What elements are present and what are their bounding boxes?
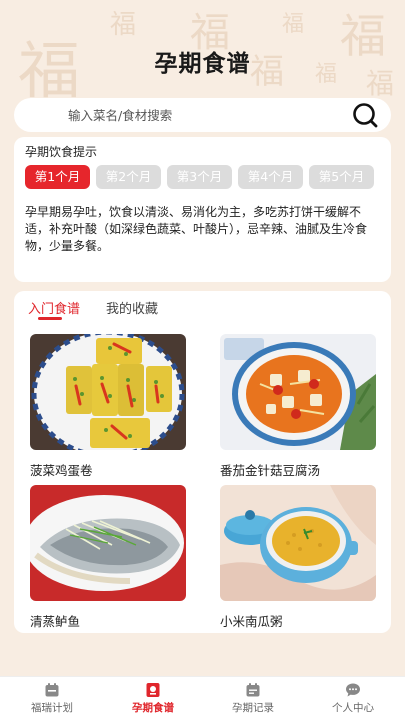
month-tab-5[interactable]: 第5个月 [309,165,374,189]
recipe-card[interactable]: 番茄金针菇豆腐汤 [220,334,376,479]
search-input[interactable] [68,107,338,123]
recipe-image [30,485,186,601]
search-bar[interactable] [14,98,391,132]
tab-intro-recipes[interactable]: 入门食谱 [28,298,80,317]
chat-bubble-icon [346,683,360,697]
recipe-card[interactable]: 清蒸鲈鱼 [30,485,186,630]
month-tab-2[interactable]: 第2个月 [96,165,161,189]
recipe-name: 小米南瓜粥 [220,614,283,629]
search-icon[interactable] [351,102,379,128]
month-tab-1[interactable]: 第1个月 [25,165,90,189]
recipe-name: 菠菜鸡蛋卷 [30,463,93,478]
month-tab-3[interactable]: 第3个月 [167,165,232,189]
recipe-image [220,334,376,450]
recipe-card[interactable]: 菠菜鸡蛋卷 [30,334,186,479]
nav-item-plan[interactable]: 福瑞计划 [12,682,92,715]
nav-label: 福瑞计划 [31,702,73,714]
recipes-card: 入门食谱 我的收藏 菠菜鸡蛋卷 番茄金针菇豆腐汤 清蒸鲈鱼 小米南瓜粥 [14,291,391,633]
record-icon [246,683,260,697]
month-selector: 第1个月 第2个月 第3个月 第4个月 第5个月 [25,165,381,189]
recipe-card[interactable]: 小米南瓜粥 [220,485,376,630]
recipe-name: 番茄金针菇豆腐汤 [220,463,321,478]
recipe-image [220,485,376,601]
diet-tips-card: 孕期饮食提示 第1个月 第2个月 第3个月 第4个月 第5个月 孕早期易孕吐，饮食以清淡… [14,137,391,282]
tab-my-favorites[interactable]: 我的收藏 [106,298,158,317]
recipe-image [30,334,186,450]
active-tab-indicator [38,317,62,320]
page-title: 孕期食谱 [154,51,251,77]
bottom-nav: 福瑞计划 孕期食谱 孕期记录 个人中心 [0,676,405,720]
calendar-icon [45,683,59,697]
recipe-book-icon [146,683,160,697]
nav-label: 个人中心 [332,702,374,714]
tips-text: 孕早期易孕吐，饮食以清淡、易消化为主，多吃苏打饼干缓解不适，补充叶酸（如深绿色蔬… [25,205,368,253]
recipe-name: 清蒸鲈鱼 [30,614,81,629]
nav-label: 孕期食谱 [132,702,174,714]
month-tab-4[interactable]: 第4个月 [238,165,303,189]
nav-label: 孕期记录 [232,702,274,714]
nav-item-profile[interactable]: 个人中心 [313,682,393,715]
nav-item-recipes[interactable]: 孕期食谱 [113,682,193,715]
tips-title: 孕期饮食提示 [25,145,98,159]
nav-item-records[interactable]: 孕期记录 [213,682,293,715]
